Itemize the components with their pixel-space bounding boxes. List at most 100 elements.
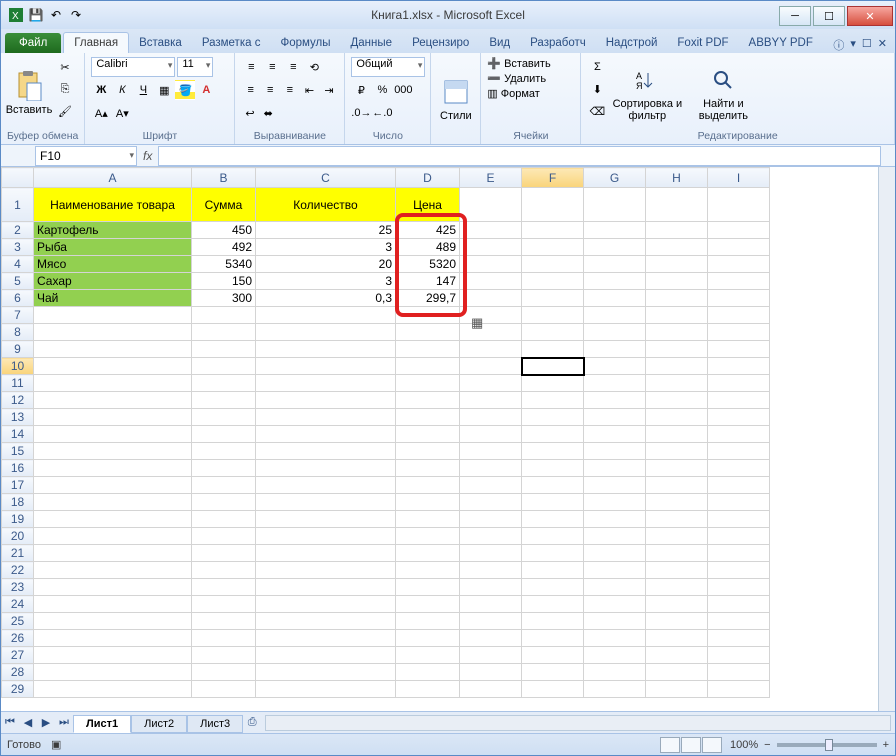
indent-inc-icon[interactable]: ⇥: [320, 80, 339, 100]
cell-D5[interactable]: 147: [396, 273, 460, 290]
excel-icon[interactable]: X: [7, 6, 25, 24]
clear-icon[interactable]: ⌫: [587, 101, 607, 121]
cell-A1[interactable]: Наименование товара: [34, 188, 192, 222]
fx-button[interactable]: fx: [143, 149, 152, 163]
cell-C1[interactable]: Количество: [256, 188, 396, 222]
horizontal-scrollbar[interactable]: [265, 715, 891, 731]
cell[interactable]: [646, 290, 708, 307]
comma-icon[interactable]: 000: [393, 80, 413, 100]
tab-insert[interactable]: Вставка: [129, 33, 192, 53]
shrink-font-icon[interactable]: A▾: [112, 103, 132, 123]
insert-cells-icon[interactable]: ➕: [487, 57, 501, 70]
bold-button[interactable]: Ж: [91, 80, 111, 100]
tab-review[interactable]: Рецензиро: [402, 33, 479, 53]
cell[interactable]: [708, 256, 770, 273]
col-header-H[interactable]: H: [646, 168, 708, 188]
orientation-icon[interactable]: ⟲: [304, 57, 324, 77]
cell[interactable]: [708, 188, 770, 222]
cell-C4[interactable]: 20: [256, 256, 396, 273]
save-icon[interactable]: 💾: [27, 6, 45, 24]
col-header-I[interactable]: I: [708, 168, 770, 188]
currency-icon[interactable]: ₽: [351, 80, 371, 100]
fill-icon[interactable]: ⬇: [587, 79, 607, 99]
row-header-1[interactable]: 1: [2, 188, 34, 222]
help-icon[interactable]: ⓘ: [833, 37, 844, 53]
cell[interactable]: [708, 290, 770, 307]
cell-D6[interactable]: 299,7: [396, 290, 460, 307]
tab-layout[interactable]: Разметка с: [192, 33, 271, 53]
row-header-11[interactable]: 11: [2, 375, 34, 392]
sheet-nav-last-icon[interactable]: ⏭: [55, 714, 73, 732]
delete-cells-icon[interactable]: ➖: [487, 72, 501, 85]
fill-color-button[interactable]: 🪣: [175, 80, 195, 100]
indent-dec-icon[interactable]: ⇤: [300, 80, 319, 100]
cell[interactable]: [646, 188, 708, 222]
cell-A3[interactable]: Рыба: [34, 239, 192, 256]
sheet-tab-1[interactable]: Лист1: [73, 715, 131, 733]
row-header-4[interactable]: 4: [2, 256, 34, 273]
cell-B6[interactable]: 300: [192, 290, 256, 307]
cell[interactable]: [460, 222, 522, 239]
col-header-E[interactable]: E: [460, 168, 522, 188]
row-header-13[interactable]: 13: [2, 409, 34, 426]
row-header-17[interactable]: 17: [2, 477, 34, 494]
cell-A6[interactable]: Чай: [34, 290, 192, 307]
autosum-icon[interactable]: Σ: [587, 57, 607, 77]
new-sheet-icon[interactable]: ⎙: [243, 714, 261, 732]
cell[interactable]: [584, 239, 646, 256]
cell[interactable]: [522, 239, 584, 256]
col-header-B[interactable]: B: [192, 168, 256, 188]
row-header-12[interactable]: 12: [2, 392, 34, 409]
row-header-23[interactable]: 23: [2, 579, 34, 596]
cell-B3[interactable]: 492: [192, 239, 256, 256]
minimize-ribbon-icon[interactable]: ▾: [850, 37, 856, 53]
cell[interactable]: [708, 273, 770, 290]
inc-decimal-icon[interactable]: .0→: [351, 103, 371, 123]
cell[interactable]: [646, 256, 708, 273]
find-select-button[interactable]: Найти и выделить: [687, 57, 759, 128]
align-middle-icon[interactable]: ≡: [262, 57, 282, 77]
grow-font-icon[interactable]: A▴: [91, 103, 111, 123]
paste-button[interactable]: Вставить: [7, 57, 51, 128]
cell[interactable]: [584, 290, 646, 307]
row-header-20[interactable]: 20: [2, 528, 34, 545]
row-header-16[interactable]: 16: [2, 460, 34, 477]
tab-abbyy[interactable]: ABBYY PDF: [739, 33, 823, 53]
cell-B5[interactable]: 150: [192, 273, 256, 290]
maximize-button[interactable]: ☐: [813, 6, 845, 26]
cell[interactable]: [646, 222, 708, 239]
close-button[interactable]: ✕: [847, 6, 893, 26]
delete-cells-label[interactable]: Удалить: [504, 73, 546, 85]
cell[interactable]: [522, 290, 584, 307]
row-header-15[interactable]: 15: [2, 443, 34, 460]
underline-button[interactable]: Ч: [133, 80, 153, 100]
tab-foxit[interactable]: Foxit PDF: [667, 33, 738, 53]
row-header-10[interactable]: 10: [2, 358, 34, 375]
view-normal-icon[interactable]: [660, 737, 680, 753]
cell[interactable]: [460, 273, 522, 290]
cell-A4[interactable]: Мясо: [34, 256, 192, 273]
align-right-icon[interactable]: ≡: [281, 80, 300, 100]
col-header-A[interactable]: A: [34, 168, 192, 188]
format-cells-icon[interactable]: ▥: [487, 87, 497, 100]
cell-A2[interactable]: Картофель: [34, 222, 192, 239]
dec-decimal-icon[interactable]: ←.0: [372, 103, 392, 123]
align-center-icon[interactable]: ≡: [261, 80, 280, 100]
col-header-G[interactable]: G: [584, 168, 646, 188]
cell-B4[interactable]: 5340: [192, 256, 256, 273]
col-header-D[interactable]: D: [396, 168, 460, 188]
cell[interactable]: [460, 290, 522, 307]
row-header-8[interactable]: 8: [2, 324, 34, 341]
row-header-28[interactable]: 28: [2, 664, 34, 681]
redo-icon[interactable]: ↷: [67, 6, 85, 24]
minimize-button[interactable]: ─: [779, 6, 811, 26]
sort-filter-button[interactable]: АЯ Сортировка и фильтр: [611, 57, 683, 128]
cell-C3[interactable]: 3: [256, 239, 396, 256]
cell-D3[interactable]: 489: [396, 239, 460, 256]
cell-D2[interactable]: 425: [396, 222, 460, 239]
autofill-options-icon[interactable]: ▦: [471, 315, 483, 331]
cell-C5[interactable]: 3: [256, 273, 396, 290]
cell[interactable]: [708, 239, 770, 256]
row-header-21[interactable]: 21: [2, 545, 34, 562]
row-header-6[interactable]: 6: [2, 290, 34, 307]
